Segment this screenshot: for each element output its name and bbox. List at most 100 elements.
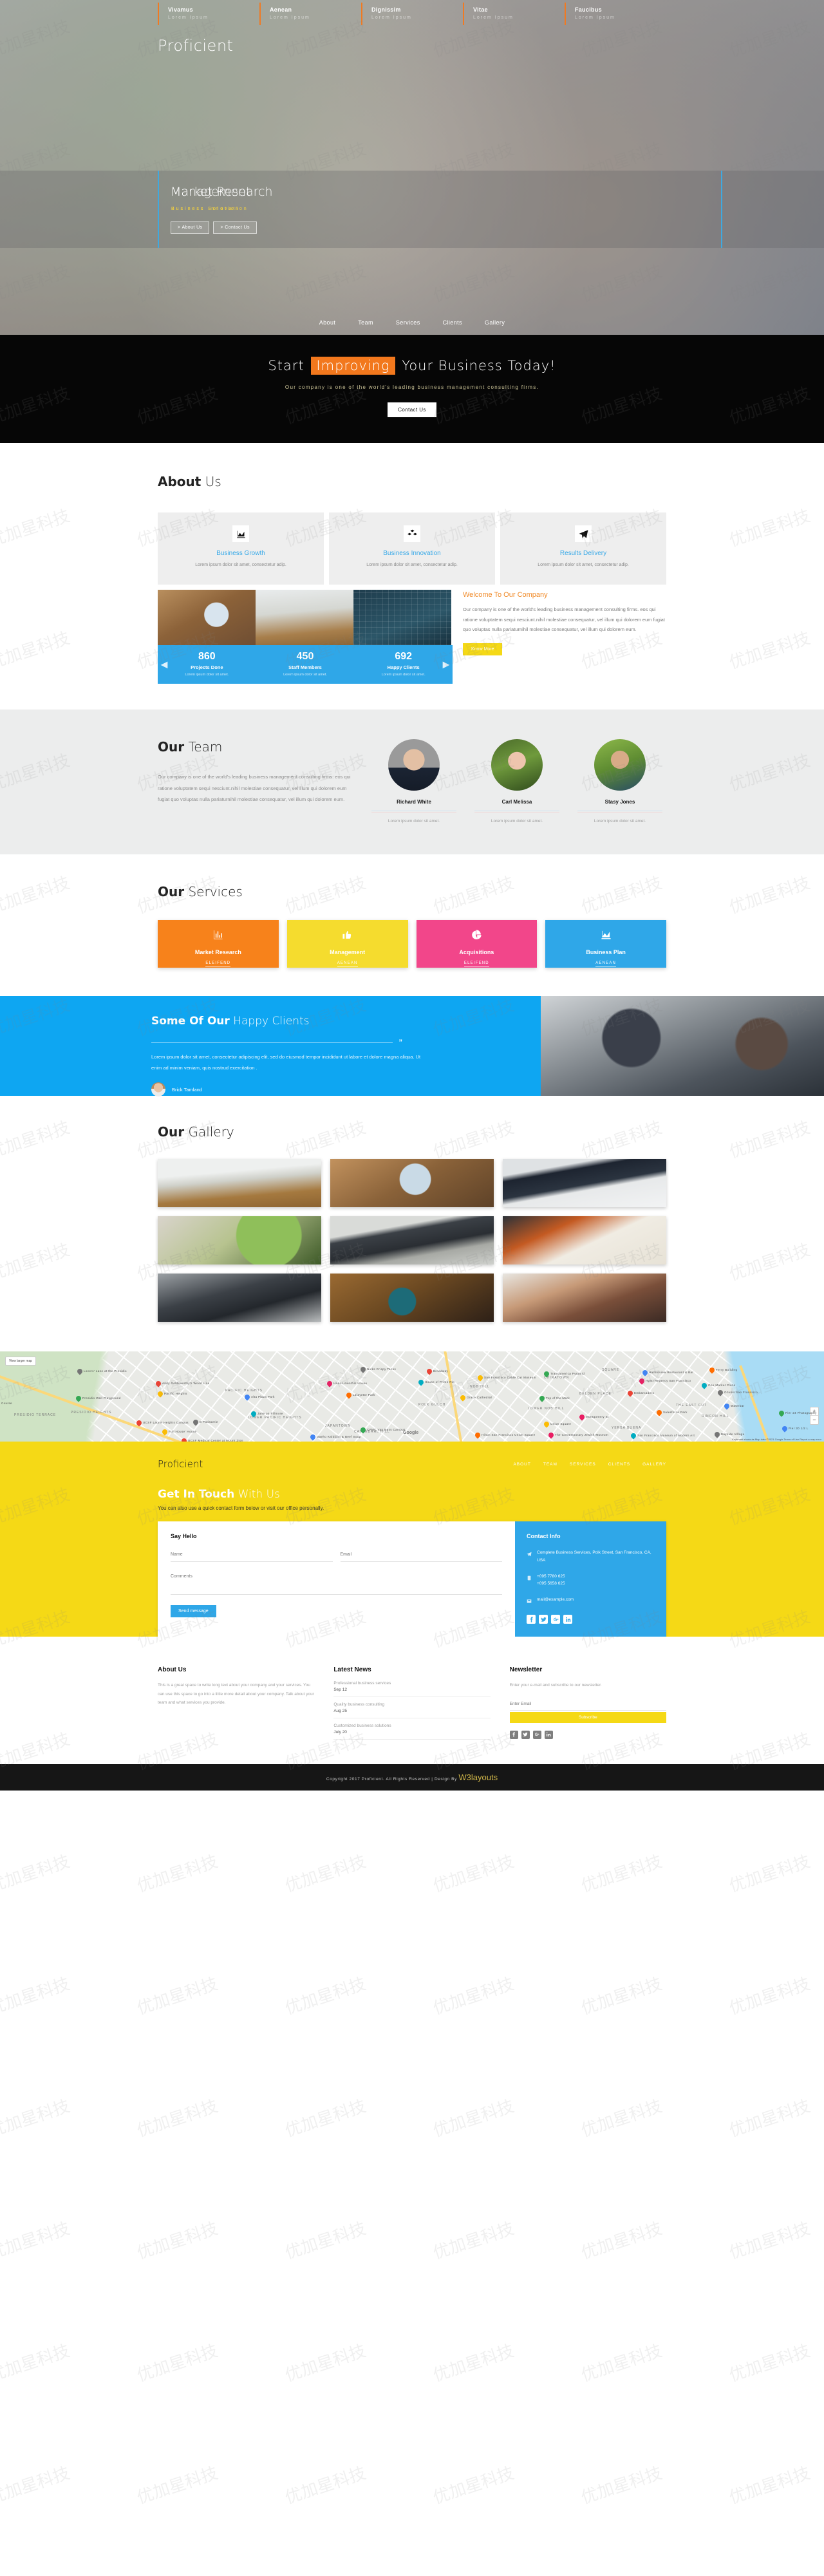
topbar-item[interactable]: Vitae Lorem Ipsum	[463, 3, 565, 25]
map-pin-icon[interactable]	[180, 1437, 188, 1442]
cta-subtitle: Our company is one of the world's leadin…	[285, 384, 539, 390]
map-pin-icon[interactable]	[309, 1433, 317, 1441]
map-pin-icon[interactable]	[76, 1368, 84, 1375]
team-member[interactable]: Carl Melissa Lorem ipsum dolor sit amet.	[471, 739, 563, 823]
map-pin-icon[interactable]	[156, 1390, 164, 1398]
map-pin-icon[interactable]	[723, 1402, 731, 1410]
view-larger-map-button[interactable]: View larger map	[5, 1357, 37, 1366]
email-input[interactable]	[340, 1550, 502, 1563]
about-carousel[interactable]: 860 Projects Done Lorem ipsum dolor sit …	[158, 590, 453, 684]
gallery-item[interactable]	[503, 1159, 666, 1208]
map-pin-icon[interactable]	[75, 1395, 82, 1402]
map-pin-icon[interactable]	[713, 1431, 721, 1438]
about-card[interactable]: Business Innovation Lorem ipsum dolor si…	[329, 512, 495, 585]
gallery-item[interactable]	[503, 1216, 666, 1265]
map-pin-icon[interactable]	[641, 1369, 649, 1377]
map-pin-icon[interactable]	[538, 1395, 546, 1402]
team-member[interactable]: Richard White Lorem ipsum dolor sit amet…	[368, 739, 460, 823]
map-pin-icon[interactable]	[417, 1378, 425, 1386]
comments-textarea[interactable]	[171, 1569, 502, 1595]
subscribe-button[interactable]: Subscribe	[509, 1711, 666, 1723]
linkedin-icon[interactable]	[544, 1730, 553, 1739]
twitter-icon[interactable]	[521, 1730, 530, 1739]
map-pin-icon[interactable]	[243, 1393, 251, 1401]
contact-email[interactable]: mail@example.com	[537, 1596, 574, 1606]
gallery-item[interactable]	[330, 1216, 494, 1265]
know-more-button[interactable]: Know More	[463, 643, 503, 656]
map-pin-icon[interactable]	[630, 1432, 637, 1440]
cta-contact-button[interactable]: Contact Us	[388, 402, 436, 417]
map-pin-icon[interactable]	[578, 1413, 586, 1421]
contact-nav-about[interactable]: ABOUT	[513, 1462, 530, 1467]
twitter-icon[interactable]	[539, 1615, 548, 1624]
topbar-item[interactable]: Faucibus Lorem Ipsum	[565, 3, 666, 25]
gallery-item[interactable]	[158, 1216, 321, 1265]
service-card-acquisitions[interactable]: Acquisitions ELEIFEND	[416, 920, 538, 968]
service-card-management[interactable]: Management AENEAN	[286, 920, 408, 968]
hero-contact-button[interactable]: > Contact Us	[213, 221, 257, 234]
map-pin-icon[interactable]	[476, 1374, 484, 1382]
gallery-item[interactable]	[330, 1274, 494, 1322]
map-pin-icon[interactable]	[655, 1409, 663, 1416]
map-pin-icon[interactable]	[543, 1420, 550, 1428]
map-pin-icon[interactable]	[626, 1389, 634, 1397]
contact-nav-services[interactable]: SERVICES	[570, 1462, 596, 1467]
map-pin-icon[interactable]	[345, 1391, 353, 1399]
clients-heading-light: Happy Clients	[233, 1015, 310, 1028]
contact-nav-gallery[interactable]: GALLERY	[642, 1462, 666, 1467]
map-pin-icon[interactable]	[778, 1409, 785, 1417]
facebook-icon[interactable]	[527, 1615, 536, 1624]
contact-logo[interactable]: Proficient	[158, 1458, 203, 1470]
topbar-item[interactable]: Vivamus Lorem Ipsum	[158, 3, 259, 25]
nav-item-services[interactable]: Services	[396, 319, 420, 326]
map-zoom-control[interactable]: + −	[810, 1407, 819, 1425]
carousel-next-icon[interactable]: ▶	[441, 659, 451, 670]
gallery-item[interactable]	[158, 1159, 321, 1208]
facebook-icon[interactable]	[509, 1730, 518, 1739]
contact-nav-team[interactable]: TEAM	[543, 1462, 557, 1467]
zoom-out-button[interactable]: −	[810, 1416, 818, 1424]
nav-item-team[interactable]: Team	[358, 319, 373, 326]
google-plus-icon[interactable]	[532, 1730, 541, 1739]
contact-nav-clients[interactable]: CLIENTS	[608, 1462, 630, 1467]
map-pin-icon[interactable]	[326, 1380, 333, 1387]
nav-item-about[interactable]: About	[319, 319, 336, 326]
topbar-item[interactable]: Aenean Lorem Ipsum	[259, 3, 361, 25]
gallery-item[interactable]	[158, 1274, 321, 1322]
service-card-business-plan[interactable]: Business Plan AENEAN	[545, 920, 666, 968]
send-message-button[interactable]: Send message	[171, 1605, 216, 1618]
hero-about-button[interactable]: > About Us	[171, 221, 210, 234]
about-card[interactable]: Business Growth Lorem ipsum dolor sit am…	[158, 512, 324, 585]
map-pin-icon[interactable]	[154, 1380, 162, 1387]
gallery-item[interactable]	[330, 1159, 494, 1208]
designer-link[interactable]: W3layouts	[458, 1772, 498, 1782]
map-pin-icon[interactable]	[192, 1418, 200, 1426]
map-pin-icon[interactable]	[474, 1431, 482, 1439]
newsletter-email-input[interactable]	[509, 1696, 666, 1711]
map-pin-icon[interactable]	[781, 1425, 789, 1433]
nav-item-clients[interactable]: Clients	[443, 319, 462, 326]
map-pin-icon[interactable]	[638, 1377, 646, 1385]
news-item[interactable]: Customized business solutions July 20	[333, 1724, 491, 1740]
map-pin-icon[interactable]	[708, 1366, 716, 1374]
news-item[interactable]: Quality business consulting Aug 25	[333, 1702, 491, 1718]
nav-item-gallery[interactable]: Gallery	[485, 319, 505, 326]
location-map[interactable]: View larger map Google + − Keyboard shor…	[0, 1351, 824, 1442]
linkedin-icon[interactable]	[563, 1615, 572, 1624]
google-plus-icon[interactable]	[551, 1615, 560, 1624]
topbar-item[interactable]: Dignissim Lorem Ipsum	[361, 3, 463, 25]
news-item[interactable]: Professional business services Sep 12	[333, 1681, 491, 1697]
about-card[interactable]: Results Delivery Lorem ipsum dolor sit a…	[500, 512, 666, 585]
map-pin-icon[interactable]	[426, 1368, 433, 1375]
site-logo[interactable]: Proficient	[158, 37, 666, 55]
carousel-prev-icon[interactable]: ◀	[159, 659, 169, 670]
map-pin-icon[interactable]	[700, 1382, 708, 1389]
map-pin-icon[interactable]	[547, 1431, 555, 1439]
map-pin-icon[interactable]	[716, 1389, 724, 1396]
team-member[interactable]: Stasy Jones Lorem ipsum dolor sit amet.	[574, 739, 666, 823]
gallery-item[interactable]	[503, 1274, 666, 1322]
map-pin-icon[interactable]	[459, 1394, 467, 1402]
map-pin-icon[interactable]	[359, 1366, 367, 1373]
service-card-market-research[interactable]: Market Research ELEIFEND	[158, 920, 279, 968]
name-input[interactable]	[171, 1550, 333, 1563]
